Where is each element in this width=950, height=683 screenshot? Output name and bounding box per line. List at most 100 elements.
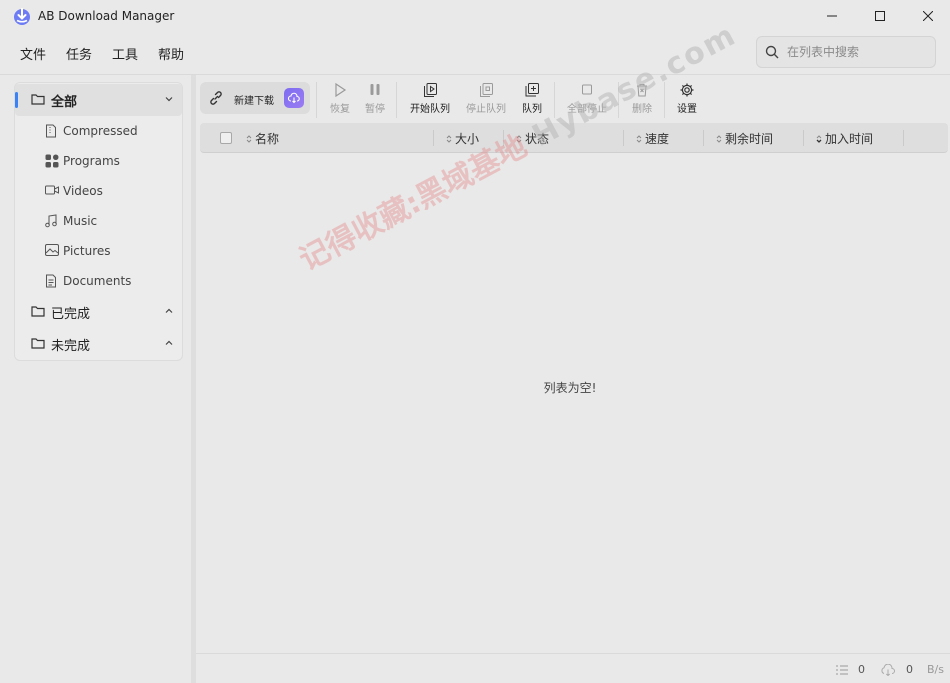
speed-value: 0 [906,663,913,676]
column-separator[interactable] [703,130,704,146]
start-queue-button[interactable]: 开始队列 [406,82,454,118]
folder-icon [31,94,45,105]
pause-button[interactable]: 暂停 [360,82,390,118]
close-icon [923,11,933,21]
search-icon [765,45,779,59]
gear-icon [680,83,694,97]
cloud-download-button[interactable] [284,88,304,108]
category-videos-label: Videos [63,184,103,198]
menu-tasks[interactable]: 任务 [56,38,102,66]
column-time-left[interactable]: 剩余时间 [716,130,773,147]
column-separator[interactable] [623,130,624,146]
column-date-added-label: 加入时间 [825,132,874,146]
list-icon [836,665,848,674]
pause-label: 暂停 [365,104,385,115]
category-all[interactable]: 全部 [15,84,182,116]
sort-icon [446,134,452,143]
select-all-checkbox[interactable] [220,132,232,144]
column-speed-label: 速度 [645,132,670,146]
close-button[interactable] [914,4,942,28]
menu-bar: 文件 任务 工具 帮助 [10,38,194,66]
column-separator[interactable] [803,130,804,146]
video-icon [45,185,59,195]
category-documents-label: Documents [63,274,132,288]
menu-help[interactable]: 帮助 [148,38,194,66]
category-compressed[interactable]: Compressed [15,116,182,146]
column-separator[interactable] [433,130,434,146]
sort-icon [716,134,722,143]
minimize-button[interactable] [818,4,846,28]
stop-queue-icon [480,83,493,97]
column-separator[interactable] [903,130,904,146]
cloud-download-icon [881,663,895,676]
column-time-left-label: 剩余时间 [725,132,774,146]
maximize-icon [875,11,885,21]
column-speed[interactable]: 速度 [636,130,669,147]
app-logo-icon [14,8,30,25]
apps-icon [45,154,59,168]
toolbar-separator [396,82,397,118]
sort-descending-icon [816,134,822,143]
sidebar-resize-handle[interactable] [191,75,196,683]
category-finished[interactable]: 已完成 [15,296,182,328]
status-count: 0 [836,663,865,676]
archive-icon [46,124,56,138]
empty-list-message: 列表为空! [543,381,597,395]
download-count: 0 [858,663,865,676]
category-pictures-label: Pictures [63,244,111,258]
category-programs[interactable]: Programs [15,146,182,176]
category-pictures[interactable]: Pictures [15,236,182,266]
sort-icon [246,134,252,143]
folder-icon [31,338,45,349]
status-speed: 0 B/s [880,663,944,676]
sort-icon [636,134,642,143]
toolbar-separator [316,82,317,118]
stop-queue-button[interactable]: 停止队列 [462,82,510,118]
maximize-button[interactable] [866,4,894,28]
category-music[interactable]: Music [15,206,182,236]
search-box[interactable] [756,36,936,68]
settings-label: 设置 [677,104,697,115]
column-name-label: 名称 [255,132,280,146]
category-music-label: Music [63,214,98,228]
resume-label: 恢复 [330,104,350,115]
document-icon [46,274,56,288]
queue-icon [525,83,539,97]
resume-button[interactable]: 恢复 [324,82,356,118]
chevron-down-icon[interactable] [164,94,174,104]
start-queue-label: 开始队列 [410,104,450,115]
new-download-button[interactable]: 新建下载 [200,82,310,114]
cloud-download-icon [288,92,300,104]
category-all-label: 全部 [51,94,78,110]
app-title: AB Download Manager [38,9,175,23]
category-documents[interactable]: Documents [15,266,182,296]
search-input[interactable] [787,45,927,59]
active-indicator [15,92,18,108]
play-icon [335,82,347,98]
menu-file[interactable]: 文件 [10,38,56,66]
settings-button[interactable]: 设置 [672,82,702,118]
stop-queue-label: 停止队列 [466,104,506,115]
chevron-up-icon[interactable] [164,338,174,348]
image-icon [45,244,59,256]
speed-unit: B/s [927,663,944,676]
title-bar: AB Download Manager [0,0,950,34]
category-unfinished-label: 未完成 [51,338,91,354]
folder-icon [31,306,45,317]
pause-icon [370,84,380,95]
new-download-label: 新建下载 [234,96,274,107]
start-queue-icon [424,83,437,97]
minimize-icon [827,15,837,17]
menu-tools[interactable]: 工具 [102,38,148,66]
header-divider [0,74,950,75]
category-finished-label: 已完成 [51,306,91,322]
column-date-added[interactable]: 加入时间 [816,130,873,147]
music-icon [45,214,57,228]
category-unfinished[interactable]: 未完成 [15,328,182,360]
chevron-up-icon[interactable] [164,306,174,316]
category-programs-label: Programs [63,154,120,168]
category-compressed-label: Compressed [63,124,138,138]
category-videos[interactable]: Videos [15,176,182,206]
link-icon [210,91,222,105]
column-name[interactable]: 名称 [246,130,279,147]
